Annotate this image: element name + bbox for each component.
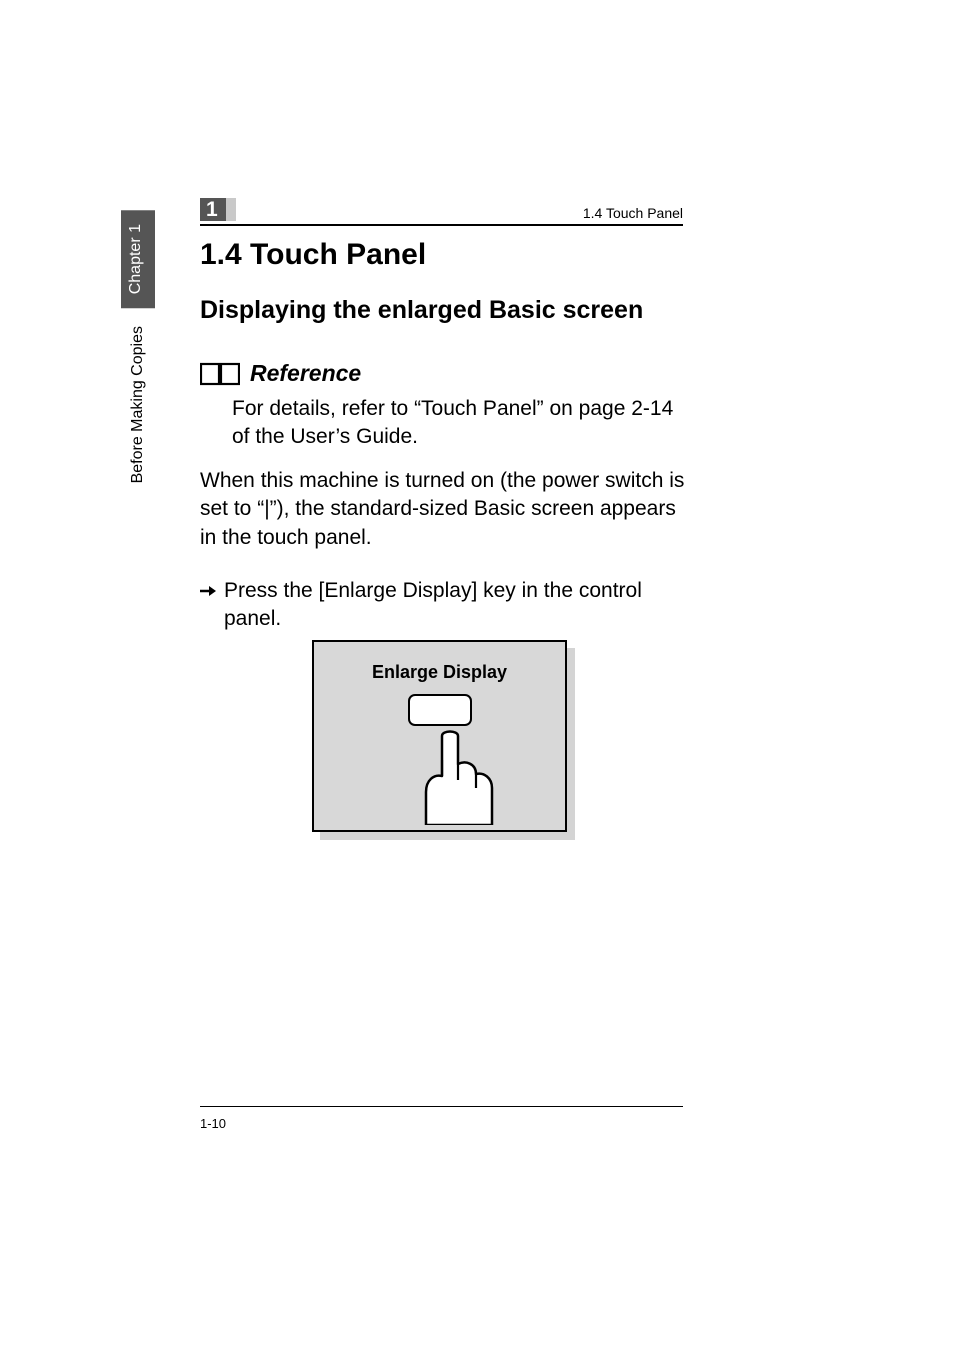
figure-panel: Enlarge Display — [312, 640, 567, 832]
running-header: 1.4 Touch Panel — [583, 205, 683, 221]
figure-enlarge-display: Enlarge Display — [312, 640, 577, 844]
side-tab: Chapter 1 Before Making Copies — [118, 210, 158, 502]
page-number: 1-10 — [200, 1116, 226, 1131]
enlarge-display-key — [408, 694, 472, 726]
reference-head: Reference — [200, 360, 690, 387]
section-title: 1.4 Touch Panel — [200, 238, 426, 272]
subsection-title: Displaying the enlarged Basic screen — [200, 296, 643, 325]
step-text: Press the [Enlarge Display] key in the c… — [224, 577, 690, 634]
footer-rule — [200, 1106, 683, 1107]
reference-block: Reference For details, refer to “Touch P… — [200, 360, 690, 452]
page: Chapter 1 Before Making Copies 1 1.4 Tou… — [0, 0, 954, 1351]
chapter-badge: 1 — [200, 198, 236, 221]
step-row: Press the [Enlarge Display] key in the c… — [200, 577, 690, 634]
page-header: 1 1.4 Touch Panel — [200, 198, 683, 226]
side-tab-chapter: Chapter 1 — [121, 210, 155, 308]
finger-press-icon — [420, 730, 500, 825]
reference-body: For details, refer to “Touch Panel” on p… — [232, 395, 690, 452]
book-icon — [200, 361, 240, 387]
side-tab-section: Before Making Copies — [123, 308, 153, 501]
reference-label: Reference — [250, 360, 361, 387]
arrow-right-icon — [200, 583, 216, 599]
body-paragraph: When this machine is turned on (the powe… — [200, 467, 690, 552]
figure-title: Enlarge Display — [314, 662, 565, 683]
